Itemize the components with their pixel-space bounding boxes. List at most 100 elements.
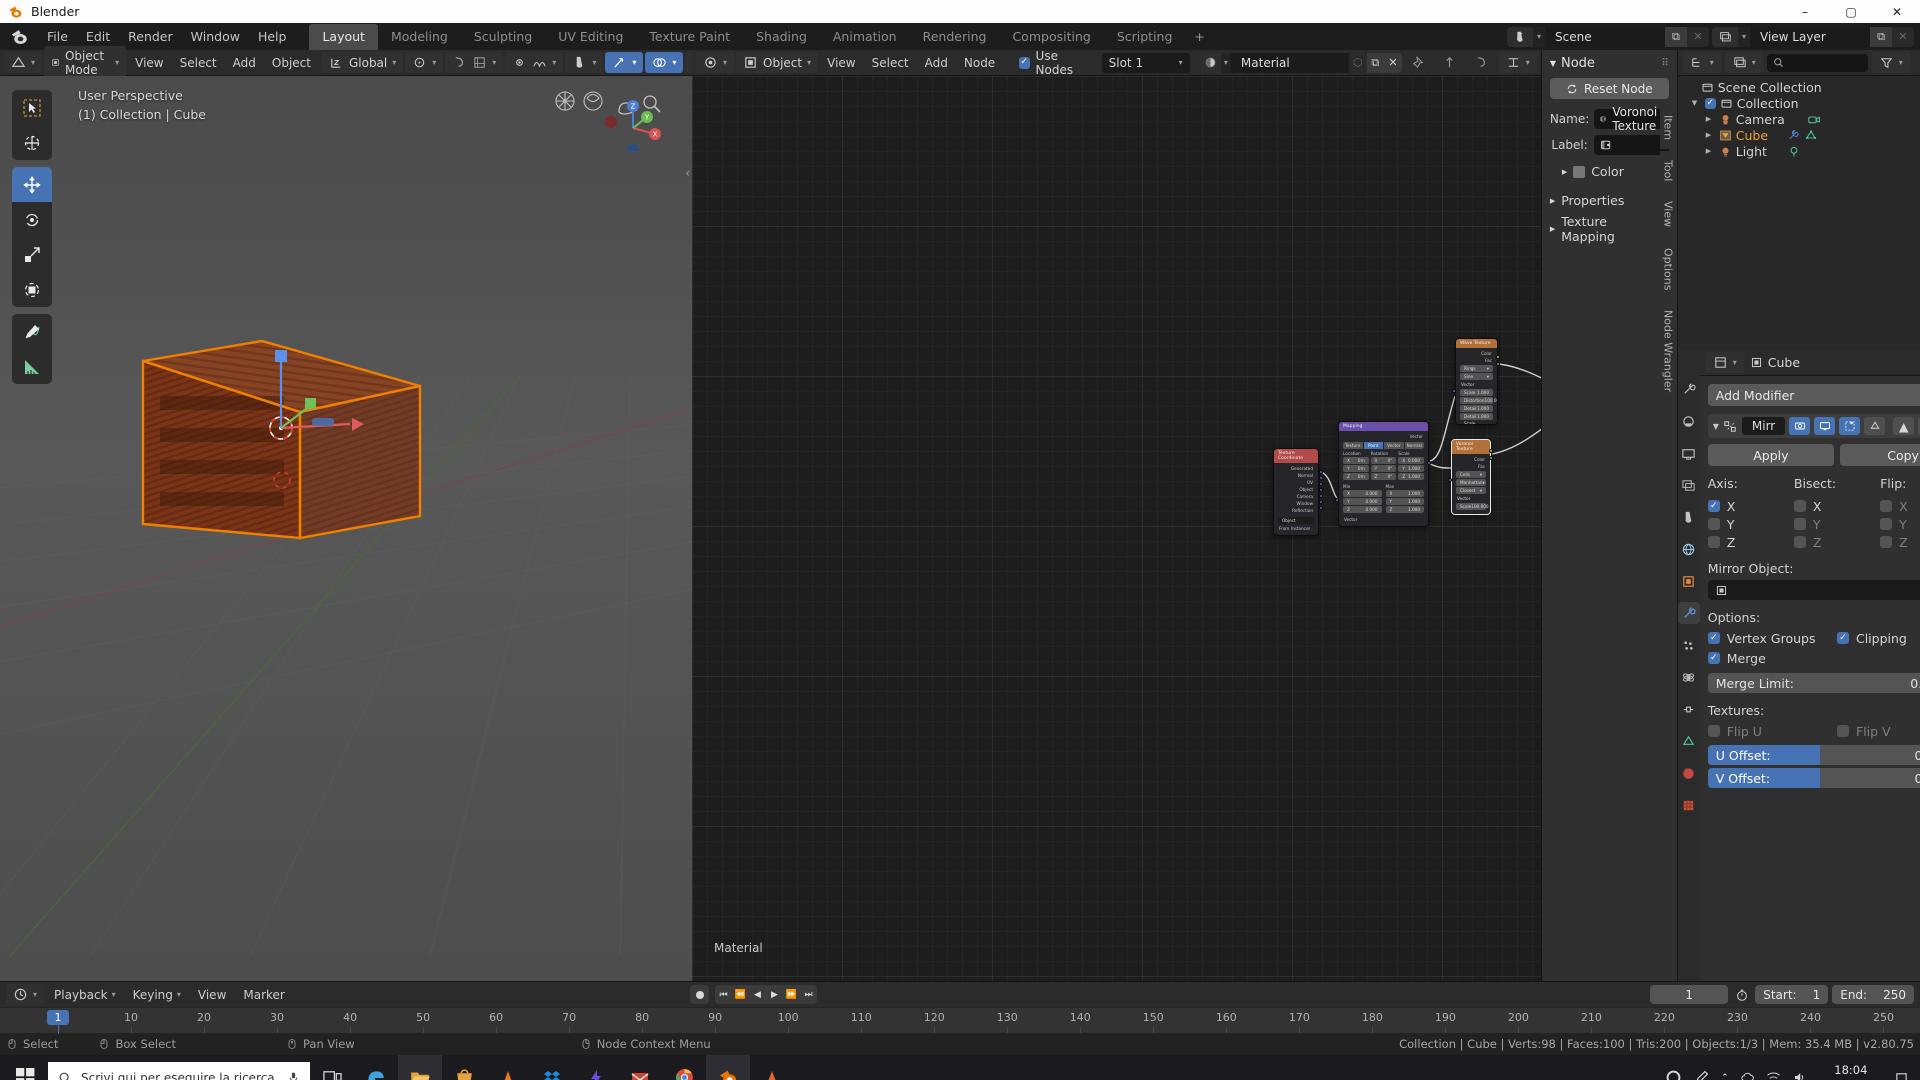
expand-triangle-icon[interactable]: ▶	[1706, 131, 1715, 139]
node-output[interactable]: Fac	[1452, 463, 1490, 470]
node-wave-texture[interactable]: Wave Texture Color Fac Rings ▾ Sine ▾ Vect…	[1455, 338, 1498, 425]
tray-expand-icon[interactable]: ⌃	[1721, 1073, 1729, 1080]
node-header[interactable]: Mapping	[1339, 422, 1428, 431]
node-output[interactable]: Reflection	[1274, 507, 1318, 514]
node-output[interactable]: Camera	[1274, 493, 1318, 500]
node-loc-x[interactable]: 0m	[1358, 457, 1365, 464]
node-socket[interactable]	[1335, 498, 1339, 502]
node-socket[interactable]	[1489, 449, 1493, 453]
tab-rendering[interactable]: Rendering	[910, 24, 1000, 50]
bisect-z-checkbox[interactable]	[1793, 536, 1806, 548]
snap-node-icon[interactable]	[1435, 52, 1464, 73]
node-output[interactable]: Vector	[1339, 433, 1428, 440]
vlc-icon[interactable]	[486, 1055, 530, 1080]
add-workspace-button[interactable]: +	[1185, 25, 1213, 48]
node-name-input[interactable]: Voronoi Texture	[1593, 105, 1669, 133]
node-output[interactable]: Normal	[1274, 472, 1318, 479]
cube-object[interactable]	[0, 76, 692, 956]
bisect-y-checkbox[interactable]	[1793, 518, 1806, 530]
node-enum-rings[interactable]: Rings ▾	[1460, 365, 1493, 372]
tab-modifier-properties[interactable]	[1677, 602, 1700, 624]
add-modifier-button[interactable]: Add Modifier ▾	[1707, 384, 1920, 406]
start-frame-field[interactable]: Start: 1	[1755, 985, 1829, 1004]
node-enum-closest[interactable]: Closest ▾	[1456, 487, 1486, 494]
outliner-search-input[interactable]	[1766, 53, 1868, 72]
edge-icon[interactable]	[354, 1055, 398, 1080]
clipping-row[interactable]: Clipping	[1836, 629, 1920, 647]
sidebar-tab-item[interactable]: Item	[1659, 106, 1677, 150]
visibility-selector[interactable]: ▾	[565, 52, 604, 73]
node-panel-header[interactable]: ▼ Node ⠿	[1550, 56, 1669, 71]
node-min-x[interactable]: 0.000	[1366, 490, 1378, 497]
material-selector[interactable]: ▾ Material ⬡ ⧉ ✕	[1200, 52, 1402, 73]
tab-shading[interactable]: Shading	[743, 24, 820, 50]
node-prop-scale[interactable]: Scale 100.000	[1456, 503, 1489, 510]
node-socket[interactable]	[1319, 506, 1323, 510]
current-frame-field[interactable]: 1	[1650, 985, 1729, 1004]
timeline-menu-view[interactable]: View	[191, 985, 233, 1005]
tool-transform[interactable]	[12, 272, 52, 307]
node-max-z[interactable]: 1.000	[1408, 506, 1420, 513]
node-section-properties[interactable]: ▶ Properties ⠿	[1550, 190, 1669, 211]
axis-z-row[interactable]: Z	[1707, 533, 1794, 551]
tab-world-properties[interactable]	[1678, 538, 1700, 560]
outliner-row-scene-collection[interactable]: Scene Collection	[1678, 79, 1920, 95]
editor-type-selector[interactable]: ▾	[4, 52, 43, 73]
tab-layout[interactable]: Layout	[309, 23, 378, 50]
tab-particle-properties[interactable]	[1678, 634, 1700, 656]
node-rot-z[interactable]: 0°	[1388, 473, 1393, 480]
v-offset-field[interactable]: V Offset: 0.0000	[1707, 768, 1920, 788]
node-tab-normal[interactable]: Normal	[1404, 442, 1424, 449]
node-rot-x[interactable]: 0°	[1388, 457, 1393, 464]
shader-menu-node[interactable]: Node	[957, 53, 1002, 73]
node-socket[interactable]	[1319, 470, 1323, 474]
timeline-menu-keying[interactable]: Keying ▾	[126, 985, 188, 1005]
mirror-object-field[interactable]	[1707, 580, 1920, 600]
jump-end-button[interactable]: ⏭	[800, 985, 817, 1004]
mail-icon[interactable]	[618, 1055, 662, 1080]
collection-enable-checkbox[interactable]	[1704, 97, 1716, 109]
node-header[interactable]: Voronoi Texture	[1452, 440, 1490, 454]
node-editor-canvas[interactable]: Texture Coordinate Generated Normal UV O…	[692, 76, 1541, 981]
pin-icon[interactable]	[1404, 52, 1433, 73]
node-prop-scale[interactable]: Scale 1.000	[1460, 389, 1493, 396]
scene-name[interactable]: Scene	[1544, 26, 1665, 47]
chevron-right-icon[interactable]: ▶	[1562, 168, 1567, 176]
view-layer-name[interactable]: View Layer	[1750, 26, 1870, 47]
view-layer-selector[interactable]: ▾ View Layer ⧉ ✕	[1711, 26, 1914, 47]
bisect-x-checkbox[interactable]	[1793, 500, 1806, 512]
node-socket[interactable]	[1319, 500, 1323, 504]
expand-triangle-icon[interactable]: ▼	[1692, 99, 1701, 107]
tab-physics-properties[interactable]	[1678, 666, 1700, 688]
node-color-row[interactable]: ▶ Color ⣿	[1550, 161, 1669, 182]
node-socket[interactable]	[1319, 476, 1323, 480]
shader-type-selector[interactable]: Object ▾	[736, 52, 819, 73]
tool-rotate[interactable]	[12, 202, 52, 237]
node-prop-distortion[interactable]: Distortion100.000	[1460, 397, 1497, 404]
tab-tool-properties[interactable]	[1678, 378, 1700, 400]
outliner-row-light[interactable]: ▶ Light	[1678, 143, 1920, 159]
node-socket[interactable]	[1427, 461, 1431, 465]
bisect-z-row[interactable]: Z	[1793, 533, 1880, 551]
taskbar-search-input[interactable]: Scrivi qui per eseguire la ricerca	[48, 1061, 310, 1080]
shader-editor-type-selector[interactable]: ▾	[696, 52, 735, 73]
node-object-field[interactable]: Object	[1278, 517, 1314, 524]
modifier-cage-toggle[interactable]	[1864, 417, 1886, 435]
timeline-ruler[interactable]: 10 20 30 40 50 60 70 80 90 100 110 120 130 140 150 160 1…	[0, 1007, 1920, 1034]
play-button[interactable]: ▶	[766, 985, 783, 1004]
record-keyframe-button[interactable]	[690, 985, 709, 1004]
delete-scene-button[interactable]: ✕	[1686, 26, 1709, 47]
chrome-icon[interactable]	[662, 1055, 706, 1080]
vertex-groups-row[interactable]: Vertex Groups	[1707, 629, 1837, 647]
cone-icon[interactable]	[750, 1055, 794, 1080]
node-header[interactable]: Texture Coordinate	[1274, 449, 1318, 463]
node-output[interactable]: Fac	[1456, 357, 1497, 364]
tool-measure[interactable]	[12, 349, 52, 384]
flip-z-checkbox[interactable]	[1880, 536, 1893, 548]
node-output[interactable]: Object	[1274, 486, 1318, 493]
jump-start-button[interactable]: ⏮	[715, 985, 732, 1004]
tool-cursor[interactable]	[12, 125, 52, 160]
node-socket[interactable]	[1496, 355, 1500, 359]
node-socket[interactable]	[1319, 488, 1323, 492]
node-scale-x[interactable]: 0.000	[1408, 457, 1420, 464]
